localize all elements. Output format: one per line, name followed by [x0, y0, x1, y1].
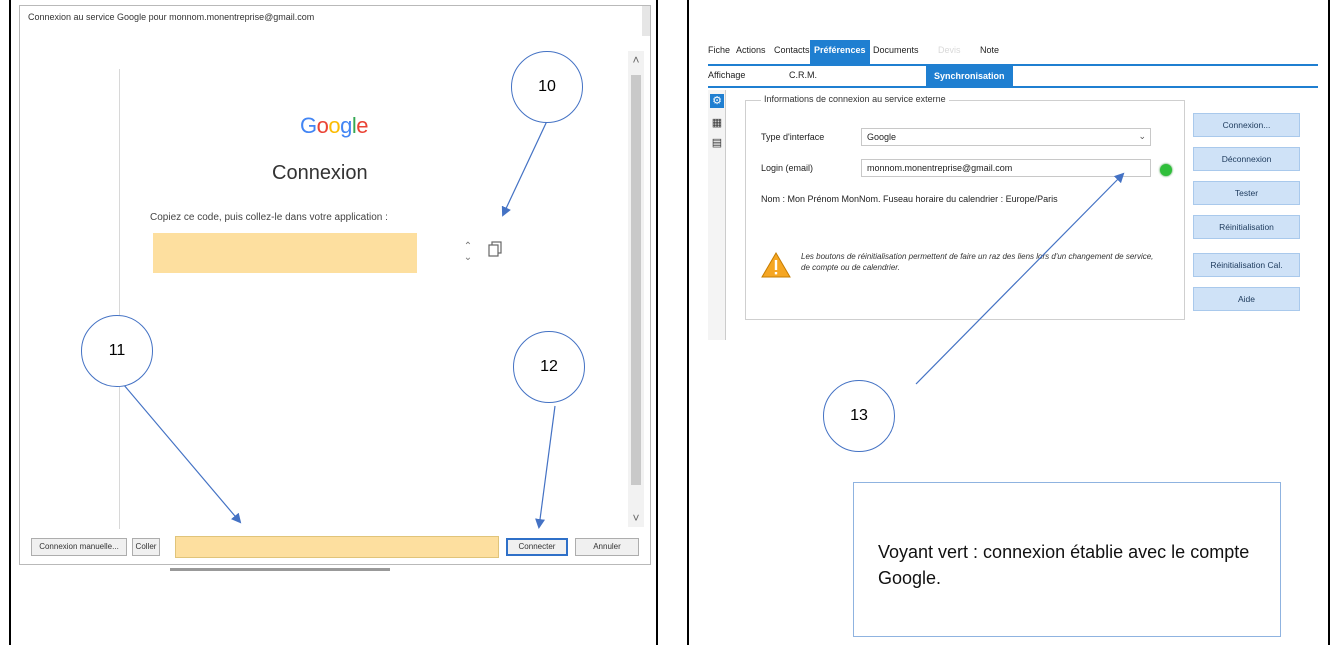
menu-devis[interactable]: Devis — [938, 45, 961, 55]
scroll-down-icon[interactable]: ˅ — [630, 512, 642, 524]
callout-10: 10 — [511, 51, 583, 123]
callout-13: 13 — [823, 380, 895, 452]
tab-affichage[interactable]: Affichage — [708, 70, 745, 80]
calendar-icon[interactable]: ▦ — [710, 116, 724, 130]
disconnect-button[interactable]: Déconnexion — [1193, 147, 1300, 171]
embedded-web-page: Google Connexion Copiez ce code, puis co… — [119, 69, 627, 529]
login-email-field[interactable]: monnom.monentreprise@gmail.com — [861, 159, 1151, 177]
menu-preferences[interactable]: Préférences — [810, 40, 870, 64]
settings-icon[interactable]: ⚙ — [710, 94, 724, 108]
auth-code-field[interactable] — [153, 233, 417, 273]
reset-warning-text: Les boutons de réinitialisation permette… — [801, 252, 1154, 272]
column-divider — [656, 0, 658, 645]
paste-button[interactable]: Coller — [132, 538, 160, 556]
scroll-code-icon[interactable]: ⌃ ⌄ — [463, 241, 473, 265]
chevron-down-icon: ⌄ — [1138, 131, 1146, 141]
interface-type-label: Type d'interface — [761, 132, 825, 142]
menu-contacts[interactable]: Contacts — [774, 45, 810, 55]
menu-documents[interactable]: Documents — [873, 45, 919, 55]
google-logo: Google — [300, 113, 369, 138]
warning-icon — [761, 252, 791, 278]
callout-12: 12 — [513, 331, 585, 403]
note-text: Voyant vert : connexion établie avec le … — [878, 542, 1250, 588]
test-button[interactable]: Tester — [1193, 181, 1300, 205]
interface-type-value: Google — [867, 132, 897, 142]
menu-note[interactable]: Note — [980, 45, 999, 55]
explanation-note: Voyant vert : connexion établie avec le … — [853, 482, 1281, 637]
reset-calendar-button[interactable]: Réinitialisation Cal. — [1193, 253, 1300, 277]
menu-bar: Fiche Actions Contacts Préférences Docum… — [708, 40, 1318, 64]
account-status-line: Nom : Mon Prénom MonNom. Fuseau horaire … — [761, 194, 1058, 204]
interface-type-select[interactable]: Google ⌄ — [861, 128, 1151, 146]
reset-button[interactable]: Réinitialisation — [1193, 215, 1300, 239]
scroll-thumb[interactable] — [631, 75, 641, 485]
window-shadow — [170, 568, 390, 571]
menu-actions[interactable]: Actions — [736, 45, 766, 55]
login-label: Login (email) — [761, 163, 814, 173]
manual-connection-button[interactable]: Connexion manuelle... — [31, 538, 127, 556]
cancel-button[interactable]: Annuler — [575, 538, 639, 556]
column-divider — [687, 0, 689, 645]
dialog-titlebar-edge — [642, 6, 650, 36]
side-toolbar: ⚙ ▦ ▤ — [708, 90, 726, 340]
contact-card-icon[interactable]: ▤ — [710, 136, 724, 150]
copy-icon[interactable] — [488, 241, 502, 257]
paste-code-field[interactable] — [175, 536, 499, 558]
callout-11: 11 — [81, 315, 153, 387]
menu-underline — [708, 64, 1318, 66]
tab-synchronisation[interactable]: Synchronisation — [926, 66, 1013, 86]
scroll-up-icon[interactable]: ˄ — [630, 54, 642, 66]
dialog-scrollbar[interactable]: ˄ ˅ — [628, 51, 644, 527]
subtab-underline — [708, 86, 1318, 88]
connect-button[interactable]: Connexion... — [1193, 113, 1300, 137]
connection-status-led — [1160, 164, 1172, 176]
preferences-window: Fiche Actions Contacts Préférences Docum… — [708, 40, 1318, 340]
connect-button[interactable]: Connecter — [506, 538, 568, 556]
help-button[interactable]: Aide — [1193, 287, 1300, 311]
copy-instruction: Copiez ce code, puis collez-le dans votr… — [150, 212, 388, 223]
connection-info-group: Informations de connexion au service ext… — [745, 94, 1185, 320]
dialog-title: Connexion au service Google pour monnom.… — [28, 12, 315, 22]
page-heading: Connexion — [272, 162, 368, 184]
tab-crm[interactable]: C.R.M. — [789, 70, 817, 80]
menu-fiche[interactable]: Fiche — [708, 45, 730, 55]
group-title: Informations de connexion au service ext… — [761, 94, 949, 104]
